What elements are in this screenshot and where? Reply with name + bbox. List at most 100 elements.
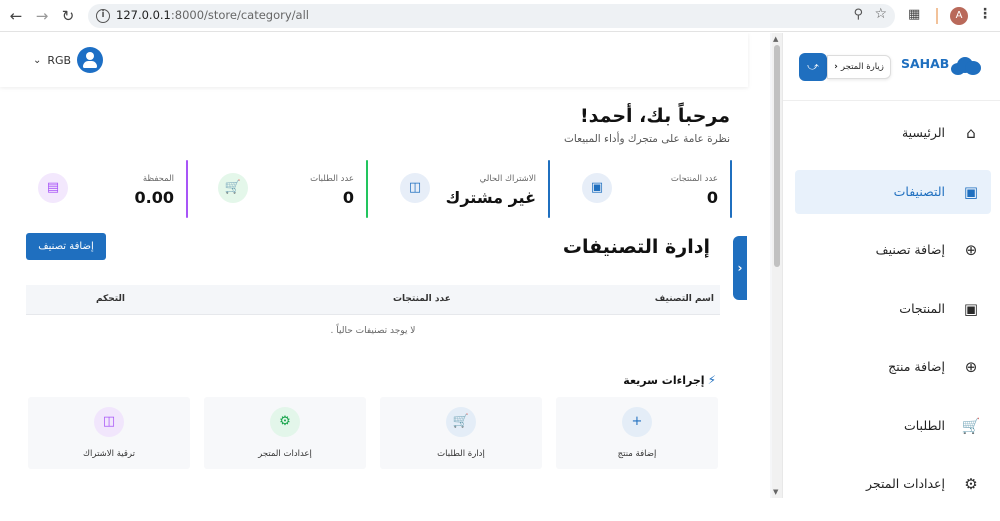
page: ⌄ RGB مرحباً بك، أحمد! نظرة عامة على متج… bbox=[0, 33, 1000, 498]
extensions-puzzle-icon[interactable]: ▦ bbox=[908, 7, 924, 23]
id-card-icon: ◫ bbox=[94, 407, 124, 437]
sidebar-item-categories[interactable]: ▣ التصنيفات bbox=[795, 169, 991, 214]
sidebar-item-label: التصنيفات bbox=[893, 183, 945, 199]
scrollbar-thumb[interactable] bbox=[774, 45, 780, 267]
plus-icon: + bbox=[622, 407, 652, 437]
visit-store-label: زيارة المتجر bbox=[840, 62, 884, 72]
stat-label: المحفظة bbox=[142, 174, 174, 184]
table-row: لا يوجد تصنيفات حالياً . bbox=[26, 315, 720, 349]
forward-arrow-icon[interactable]: → bbox=[32, 6, 52, 26]
sidebar-menu: ⌂ الرئيسية ▣ التصنيفات ⊕ إضافة تصنيف ▣ ا… bbox=[795, 111, 991, 521]
chevron-left-icon: ‹ bbox=[834, 62, 838, 72]
stat-card-subscription: الاشتراك الحالي غير مشترك ◫ bbox=[382, 160, 550, 218]
welcome-block: مرحباً بك، أحمد! نظرة عامة على متجرك وأد… bbox=[564, 105, 730, 145]
sidebar-item-add-product[interactable]: ⊕ إضافة منتج bbox=[795, 345, 991, 389]
quick-action-label: إعدادات المتجر bbox=[258, 449, 312, 459]
categories-table: اسم التصنيف عدد المنتجات التحكم لا يوجد … bbox=[26, 285, 720, 349]
stat-value: 0 bbox=[342, 188, 354, 207]
sidebar-item-label: إضافة منتج bbox=[888, 359, 945, 374]
sidebar-item-label: إعدادات المتجر bbox=[866, 476, 945, 491]
stat-card-products: عدد المنتجات 0 ▣ bbox=[564, 160, 732, 218]
browser-toolbar: ← → ↻ i 127.0.0.1:8000/store/category/al… bbox=[0, 0, 1000, 32]
stats-row: عدد المنتجات 0 ▣ الاشتراك الحالي غير مشت… bbox=[20, 160, 732, 218]
stat-value: 0.00 bbox=[134, 188, 174, 207]
site-info-icon[interactable]: i bbox=[96, 9, 110, 23]
cart-icon: 🛒 bbox=[446, 407, 476, 437]
toolbar-divider bbox=[936, 8, 938, 24]
stat-value: 0 bbox=[706, 188, 718, 207]
stat-card-wallet: المحفظة 0.00 ▤ bbox=[20, 160, 188, 218]
column-header: اسم التصنيف bbox=[654, 294, 714, 304]
quick-action-add-product[interactable]: + إضافة منتج bbox=[556, 397, 718, 469]
stat-accent-bar bbox=[548, 160, 550, 218]
home-icon: ⌂ bbox=[966, 124, 976, 142]
stat-accent-bar bbox=[366, 160, 368, 218]
user-avatar-icon bbox=[77, 47, 104, 73]
page-scrollbar[interactable]: ▲ ▼ bbox=[772, 33, 782, 498]
wallet-icon: ▤ bbox=[38, 173, 68, 203]
scroll-up-icon[interactable]: ▲ bbox=[773, 35, 778, 43]
share-icon[interactable]: ⤻ bbox=[799, 53, 827, 81]
reload-icon[interactable]: ↻ bbox=[58, 6, 78, 26]
box-icon: ▣ bbox=[582, 173, 612, 203]
user-name: RGB bbox=[47, 53, 72, 67]
quick-action-manage-orders[interactable]: 🛒 إدارة الطلبات bbox=[380, 397, 542, 469]
cart-icon: 🛒 bbox=[218, 173, 248, 203]
cloud-logo-icon bbox=[951, 55, 981, 75]
bolt-icon: ⚡ bbox=[707, 373, 716, 387]
url-text: 127.0.0.1:8000/store/category/all bbox=[116, 8, 309, 22]
stat-accent-bar bbox=[186, 160, 188, 218]
stat-card-orders: عدد الطلبات 0 🛒 bbox=[200, 160, 368, 218]
top-header: ⌄ RGB bbox=[0, 33, 748, 87]
sidebar-item-products[interactable]: ▣ المنتجات bbox=[795, 287, 991, 331]
quick-actions-title-text: إجراءات سريعة bbox=[623, 373, 705, 387]
sidebar-item-orders[interactable]: 🛒 الطلبات bbox=[795, 404, 991, 448]
add-category-button[interactable]: إضافة تصنيف bbox=[26, 233, 106, 260]
bookmark-star-icon[interactable]: ☆ bbox=[874, 6, 887, 22]
quick-action-upgrade-subscription[interactable]: ◫ ترقية الاشتراك bbox=[28, 397, 190, 469]
sidebar-brand-row: ⤻ زيارة المتجر‹ SAHAB bbox=[783, 33, 1000, 101]
quick-actions-title: ⚡ إجراءات سريعة bbox=[623, 373, 716, 387]
stat-value: غير مشترك bbox=[445, 188, 536, 207]
cart-icon: 🛒 bbox=[961, 416, 981, 435]
browser-menu-icon[interactable]: ⋮ bbox=[978, 6, 992, 22]
sidebar-item-label: إضافة تصنيف bbox=[875, 242, 945, 257]
sidebar-item-home[interactable]: ⌂ الرئيسية bbox=[795, 111, 991, 155]
main-content: ⌄ RGB مرحباً بك، أحمد! نظرة عامة على متج… bbox=[0, 33, 770, 498]
stat-accent-bar bbox=[730, 160, 732, 218]
sidebar-toggle-chevron-icon[interactable]: › bbox=[733, 236, 747, 300]
sidebar-item-add-category[interactable]: ⊕ إضافة تصنيف bbox=[795, 228, 991, 272]
quick-action-label: إضافة منتج bbox=[617, 449, 657, 459]
sidebar-item-label: الرئيسية bbox=[901, 125, 945, 140]
quick-action-label: ترقية الاشتراك bbox=[83, 449, 135, 459]
plus-circle-icon: ⊕ bbox=[964, 241, 978, 259]
id-card-icon: ◫ bbox=[400, 173, 430, 203]
brand-name: SAHAB bbox=[901, 56, 950, 71]
welcome-title: مرحباً بك، أحمد! bbox=[579, 105, 730, 127]
bag-icon: ▣ bbox=[963, 182, 979, 201]
scroll-down-icon[interactable]: ▼ bbox=[773, 488, 778, 496]
quick-action-store-settings[interactable]: ⚙ إعدادات المتجر bbox=[204, 397, 366, 469]
plus-circle-icon: ⊕ bbox=[964, 358, 978, 376]
table-header: اسم التصنيف عدد المنتجات التحكم bbox=[26, 285, 720, 315]
profile-avatar[interactable]: A bbox=[950, 7, 968, 25]
categories-title: إدارة التصنيفات bbox=[562, 236, 710, 258]
address-bar[interactable]: i 127.0.0.1:8000/store/category/all ⚲ ☆ bbox=[88, 4, 895, 28]
zoom-icon[interactable]: ⚲ bbox=[853, 7, 863, 22]
sidebar-item-store-settings[interactable]: ⚙ إعدادات المتجر bbox=[795, 462, 991, 506]
gear-icon: ⚙ bbox=[964, 475, 978, 493]
stat-label: عدد المنتجات bbox=[670, 174, 718, 184]
empty-state-text: لا يوجد تصنيفات حالياً . bbox=[330, 326, 416, 336]
sidebar-item-label: الطلبات bbox=[903, 417, 945, 433]
chevron-down-icon: ⌄ bbox=[33, 54, 42, 66]
column-header: التحكم bbox=[96, 294, 125, 304]
user-menu[interactable]: ⌄ RGB bbox=[33, 47, 104, 73]
stat-label: عدد الطلبات bbox=[310, 174, 354, 184]
visit-store-button[interactable]: زيارة المتجر‹ bbox=[827, 55, 891, 79]
sidebar: ⤻ زيارة المتجر‹ SAHAB ⌂ الرئيسية ▣ التصن… bbox=[782, 33, 1000, 498]
gear-icon: ⚙ bbox=[270, 407, 300, 437]
sidebar-item-label: المنتجات bbox=[899, 300, 945, 316]
bag-icon: ▣ bbox=[963, 299, 979, 318]
welcome-subtitle: نظرة عامة على متجرك وأداء المبيعات bbox=[564, 133, 730, 145]
back-arrow-icon[interactable]: ← bbox=[6, 6, 26, 26]
